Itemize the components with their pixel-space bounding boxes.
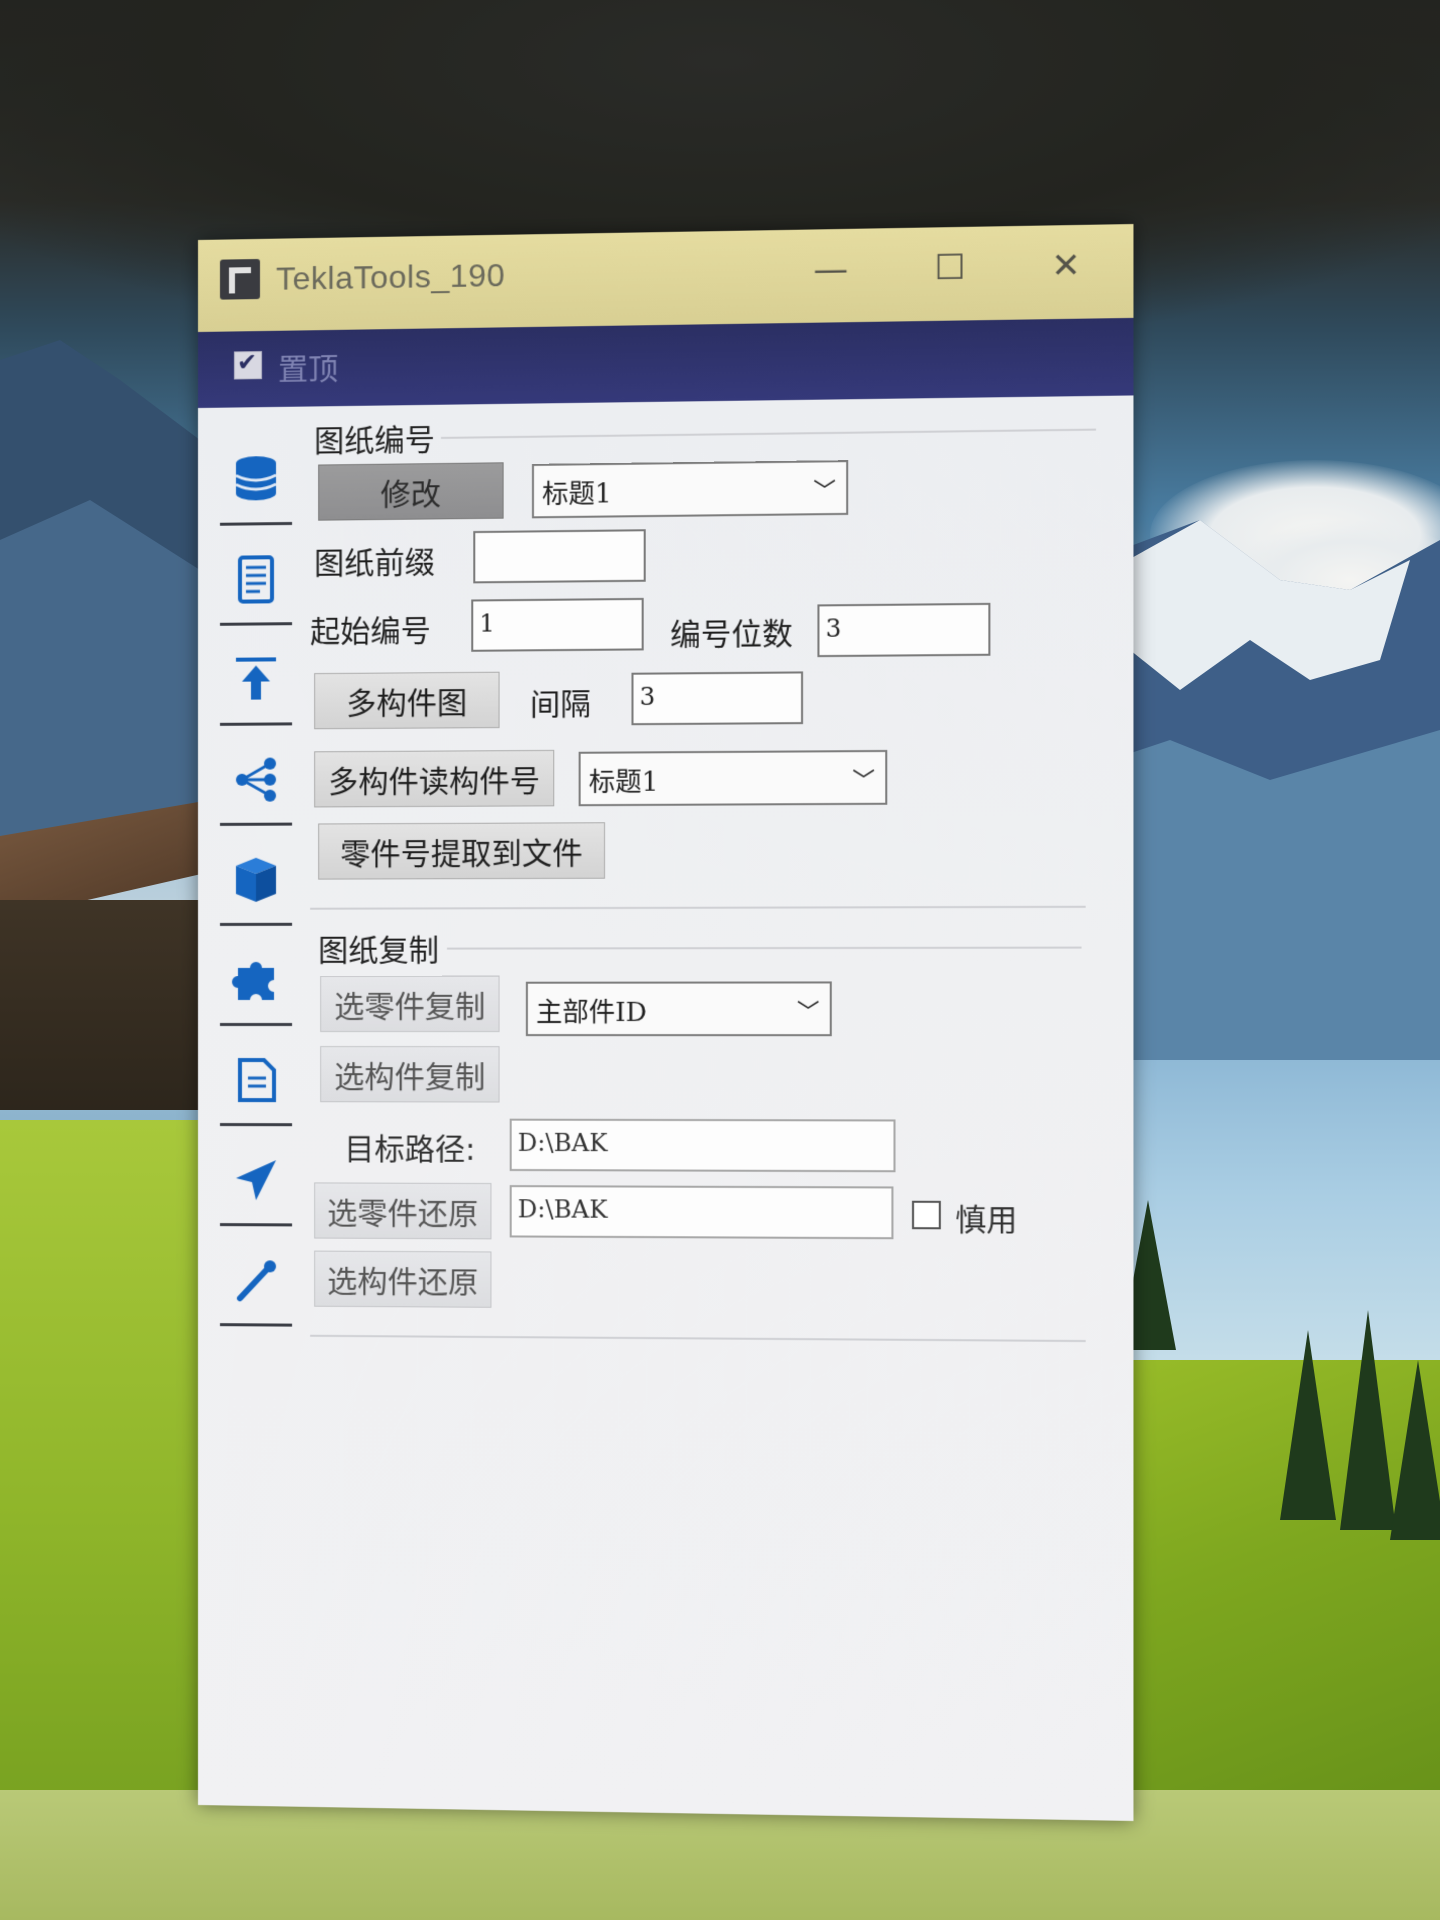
target-path-label: 目标路径: (344, 1132, 476, 1168)
digit-count-input[interactable]: 3 (817, 602, 991, 658)
main-part-id-dropdown-value: 主部件ID (536, 997, 647, 1029)
tool-document[interactable] (219, 1034, 293, 1127)
extract-part-number-button[interactable]: 零件号提取到文件 (318, 822, 606, 880)
toolbar-separator (219, 1123, 293, 1127)
modify-button[interactable]: 修改 (318, 462, 504, 521)
upload-arrow-icon (230, 653, 282, 700)
dropper-icon (230, 1254, 282, 1306)
numbering-group-title: 图纸编号 (314, 422, 435, 460)
interval-input[interactable]: 3 (631, 671, 804, 726)
select-assembly-copy-button[interactable]: 选构件复制 (320, 1046, 500, 1103)
puzzle-icon (231, 961, 275, 1000)
read-title-dropdown[interactable]: 标题1 ﹀ (578, 749, 888, 807)
database-icon (235, 455, 277, 500)
select-part-copy-button[interactable]: 选零件复制 (320, 975, 500, 1033)
wallpaper-house (0, 900, 200, 1110)
start-number-label: 起始编号 (310, 613, 431, 651)
share-nodes-icon (235, 757, 277, 806)
toolbar-separator (219, 1023, 293, 1027)
send-arrow-icon (235, 1160, 277, 1201)
prefix-input[interactable] (473, 529, 646, 584)
title-bar[interactable]: TeklaTools_190 — ☐ ✕ (198, 224, 1134, 332)
group-divider (447, 946, 1082, 950)
pin-on-top-checkbox[interactable] (233, 351, 263, 380)
wallpaper-tree (1390, 1360, 1440, 1540)
main-part-id-dropdown[interactable]: 主部件ID ﹀ (525, 981, 832, 1037)
tool-share[interactable] (219, 733, 293, 826)
select-assembly-restore-button[interactable]: 选构件还原 (314, 1250, 492, 1308)
chevron-down-icon: ﹀ (852, 768, 875, 794)
toolbar-separator (219, 722, 293, 726)
toolbar-separator (219, 1223, 293, 1227)
top-options-bar: 置顶 (198, 317, 1134, 408)
tool-dropper[interactable] (219, 1234, 293, 1327)
interval-label: 间隔 (529, 687, 591, 723)
chevron-down-icon: ﹀ (796, 999, 820, 1026)
toolbar-separator (219, 521, 293, 526)
toolbar-separator (219, 822, 293, 826)
side-toolbar (219, 433, 293, 1327)
prefix-label: 图纸前缀 (314, 545, 435, 582)
copy-group-title: 图纸复制 (318, 933, 439, 969)
toolbar-separator (219, 922, 293, 926)
caution-checkbox[interactable] (911, 1200, 941, 1230)
read-title-dropdown-value: 标题1 (588, 767, 659, 799)
tool-scroll[interactable] (219, 533, 293, 626)
book-icon (235, 857, 277, 902)
client-area: 图纸编号 修改 标题1 ﹀ 图纸前缀 起始编号 1 编号位数 3 多构件图 间隔… (198, 395, 1134, 1821)
caution-label: 慎用 (955, 1202, 1018, 1239)
restore-path-input[interactable]: D:\BAK (509, 1185, 894, 1240)
multi-assembly-drawing-button[interactable]: 多构件图 (314, 671, 500, 730)
scroll-icon (237, 554, 274, 603)
tool-send[interactable] (219, 1134, 293, 1227)
start-number-input[interactable]: 1 (471, 597, 644, 652)
app-window: TeklaTools_190 — ☐ ✕ 置顶 (198, 224, 1134, 1821)
toolbar-separator (219, 1323, 293, 1327)
document-icon (230, 1054, 282, 1106)
close-button[interactable]: ✕ (1019, 233, 1112, 300)
chevron-down-icon: ﹀ (813, 478, 836, 505)
target-path-input[interactable]: D:\BAK (509, 1118, 896, 1173)
minimize-button[interactable]: — (785, 237, 877, 303)
title-dropdown[interactable]: 标题1 ﹀ (531, 460, 849, 519)
main-panel: 图纸编号 修改 标题1 ﹀ 图纸前缀 起始编号 1 编号位数 3 多构件图 间隔… (310, 406, 1097, 1803)
title-dropdown-value: 标题1 (542, 479, 612, 511)
tool-puzzle[interactable] (219, 934, 293, 1027)
wallpaper-tree (1340, 1310, 1396, 1530)
pin-on-top-label: 置顶 (278, 351, 339, 388)
maximize-button[interactable]: ☐ (904, 234, 997, 301)
group-divider (440, 428, 1097, 439)
group-divider (310, 1334, 1086, 1343)
window-title: TeklaTools_190 (276, 256, 506, 297)
tool-database[interactable] (219, 433, 293, 526)
wallpaper-tree (1280, 1330, 1336, 1520)
toolbar-separator (219, 622, 293, 626)
group-divider (310, 905, 1086, 910)
read-assembly-number-button[interactable]: 多构件读构件号 (314, 749, 555, 808)
tool-upload[interactable] (219, 633, 293, 726)
digit-count-label: 编号位数 (670, 616, 793, 654)
tool-book[interactable] (219, 834, 293, 926)
app-logo-icon (219, 258, 260, 300)
select-part-restore-button[interactable]: 选零件还原 (314, 1182, 492, 1240)
